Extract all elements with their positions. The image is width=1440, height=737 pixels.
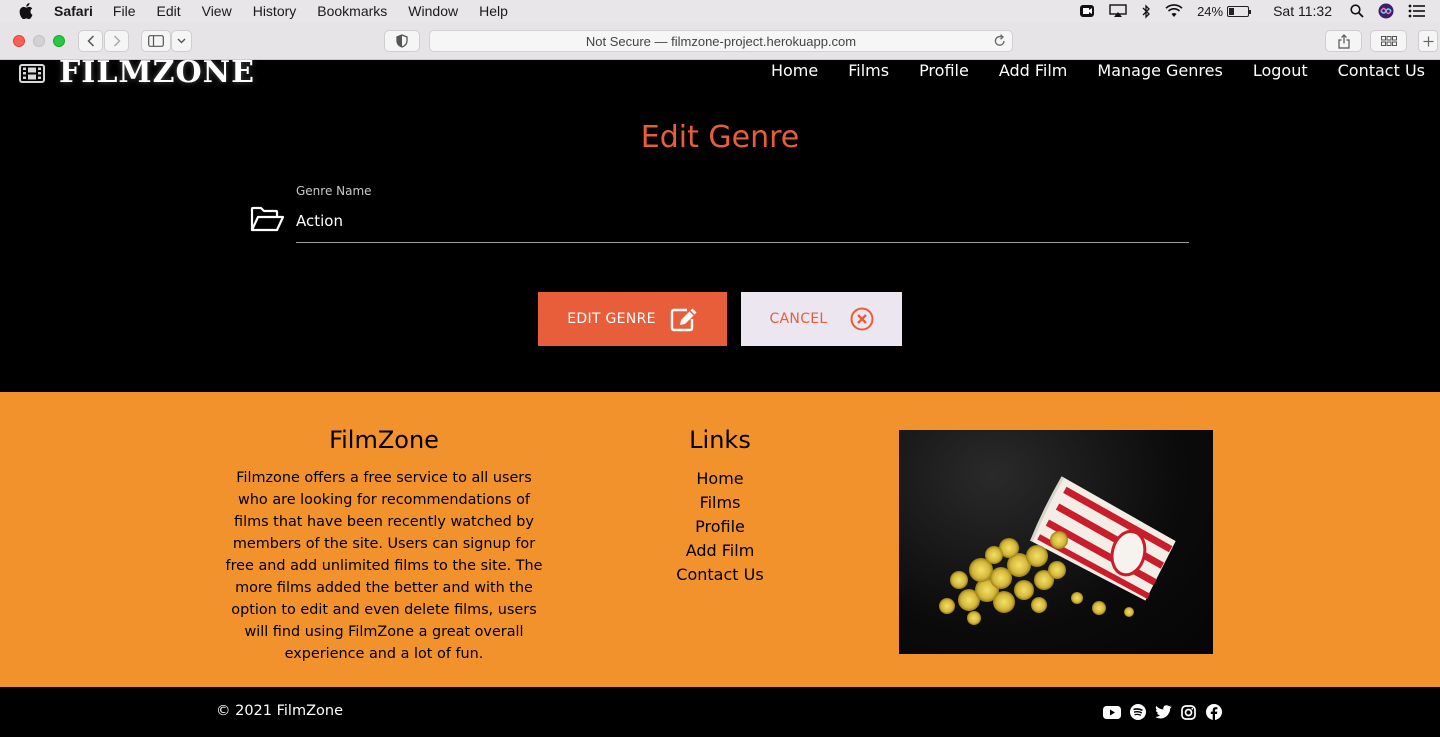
footer-link-contact-us[interactable]: Contact Us bbox=[620, 563, 820, 587]
menu-history[interactable]: History bbox=[253, 3, 297, 19]
footer-about-text: Filmzone offers a free service to all us… bbox=[225, 470, 543, 662]
new-tab-button[interactable] bbox=[1418, 30, 1438, 52]
battery-indicator[interactable]: 24% bbox=[1197, 3, 1252, 19]
bluetooth-icon[interactable] bbox=[1141, 3, 1151, 19]
footer-links-title: Links bbox=[689, 426, 751, 454]
chevron-down-icon bbox=[177, 38, 186, 44]
spotlight-search-icon[interactable] bbox=[1350, 4, 1364, 18]
menu-window[interactable]: Window bbox=[408, 3, 458, 19]
edit-genre-section: Edit Genre Genre Name EDIT GENRE CANCEL bbox=[0, 90, 1440, 392]
nav-logout[interactable]: Logout bbox=[1253, 61, 1308, 80]
clock[interactable]: Sat 11:32 bbox=[1273, 3, 1332, 19]
edit-icon bbox=[670, 308, 697, 331]
footer-about-title: FilmZone bbox=[329, 426, 439, 454]
footer-about: FilmZone Filmzone offers a free service … bbox=[224, 426, 544, 665]
menu-app-name[interactable]: Safari bbox=[54, 3, 93, 19]
edit-genre-button-label: EDIT GENRE bbox=[567, 311, 656, 327]
apple-icon[interactable] bbox=[19, 3, 39, 19]
forward-button[interactable] bbox=[104, 30, 129, 52]
video-icon[interactable] bbox=[1079, 4, 1095, 18]
system-menubar: Safari File Edit View History Bookmarks … bbox=[0, 0, 1440, 22]
edit-genre-button[interactable]: EDIT GENRE bbox=[538, 292, 727, 346]
chevron-right-icon bbox=[113, 35, 121, 47]
notification-center-icon[interactable] bbox=[1408, 4, 1426, 18]
popcorn-image bbox=[899, 430, 1213, 654]
battery-percent: 24% bbox=[1197, 3, 1224, 19]
site-header: FILMZONE Home Films Profile Add Film Man… bbox=[0, 55, 1440, 90]
menu-help[interactable]: Help bbox=[479, 3, 508, 19]
instagram-icon[interactable] bbox=[1180, 703, 1198, 721]
plus-icon bbox=[1423, 36, 1433, 46]
main-nav: Home Films Profile Add Film Manage Genre… bbox=[741, 60, 1425, 80]
menu-view[interactable]: View bbox=[202, 3, 232, 19]
facebook-icon[interactable] bbox=[1205, 703, 1223, 721]
twitter-icon[interactable] bbox=[1154, 703, 1172, 721]
footer-links: Links Home Films Profile Add Film Contac… bbox=[620, 426, 820, 587]
reload-icon[interactable] bbox=[994, 34, 1006, 50]
footer-link-films[interactable]: Films bbox=[620, 491, 820, 515]
sidebar-toggle-button[interactable] bbox=[141, 30, 171, 52]
cancel-button[interactable]: CANCEL bbox=[741, 292, 902, 346]
battery-fill bbox=[1229, 7, 1234, 15]
close-window-button[interactable] bbox=[13, 35, 25, 47]
share-icon bbox=[1337, 33, 1350, 49]
tab-overview-button[interactable] bbox=[1370, 30, 1407, 52]
nav-home[interactable]: Home bbox=[771, 61, 818, 80]
menu-bookmarks[interactable]: Bookmarks bbox=[317, 3, 387, 19]
address-bar[interactable]: Not Secure — filmzone-project.herokuapp.… bbox=[429, 30, 1013, 52]
nav-films[interactable]: Films bbox=[848, 61, 889, 80]
menubar-status-area: 24% Sat 11:32 bbox=[1079, 0, 1440, 22]
copyright: © 2021 FilmZone bbox=[216, 703, 344, 719]
share-button[interactable] bbox=[1325, 30, 1362, 52]
footer-link-add-film[interactable]: Add Film bbox=[620, 539, 820, 563]
sidebar-menu-button[interactable] bbox=[171, 30, 192, 52]
logo-text: FILMZONE bbox=[59, 55, 255, 90]
nav-profile[interactable]: Profile bbox=[919, 61, 969, 80]
menu-file[interactable]: File bbox=[113, 3, 136, 19]
film-icon bbox=[19, 64, 45, 83]
nav-add-film[interactable]: Add Film bbox=[999, 61, 1068, 80]
nav-contact-us[interactable]: Contact Us bbox=[1338, 61, 1425, 80]
page-title: Edit Genre bbox=[640, 120, 800, 155]
tabs-grid-icon bbox=[1380, 36, 1397, 46]
site-footer: FilmZone Filmzone offers a free service … bbox=[0, 392, 1440, 687]
minimize-window-button[interactable] bbox=[33, 35, 45, 47]
cancel-button-label: CANCEL bbox=[769, 311, 828, 327]
bottom-bar: © 2021 FilmZone bbox=[0, 687, 1440, 737]
youtube-icon[interactable] bbox=[1103, 703, 1121, 721]
genre-name-input[interactable] bbox=[296, 206, 1189, 243]
footer-link-profile[interactable]: Profile bbox=[620, 515, 820, 539]
shield-icon bbox=[396, 34, 408, 48]
back-button[interactable] bbox=[78, 30, 103, 52]
site-logo[interactable]: FILMZONE bbox=[19, 55, 255, 90]
close-circle-icon bbox=[850, 307, 874, 331]
battery-icon bbox=[1227, 5, 1252, 17]
spotify-icon[interactable] bbox=[1129, 703, 1147, 721]
sidebar-icon bbox=[148, 35, 164, 47]
siri-icon[interactable] bbox=[1378, 3, 1394, 19]
wifi-icon[interactable] bbox=[1165, 4, 1183, 18]
chevron-left-icon bbox=[86, 35, 94, 47]
menu-edit[interactable]: Edit bbox=[156, 3, 180, 19]
folder-open-icon bbox=[250, 206, 285, 236]
privacy-report-button[interactable] bbox=[384, 30, 420, 52]
zoom-window-button[interactable] bbox=[53, 35, 65, 47]
social-links bbox=[1103, 703, 1231, 721]
footer-link-home[interactable]: Home bbox=[620, 467, 820, 491]
nav-manage-genres[interactable]: Manage Genres bbox=[1097, 61, 1222, 80]
airplay-icon[interactable] bbox=[1109, 4, 1127, 18]
address-text: Not Secure — filmzone-project.herokuapp.… bbox=[585, 33, 857, 49]
genre-name-label: Genre Name bbox=[296, 184, 372, 198]
